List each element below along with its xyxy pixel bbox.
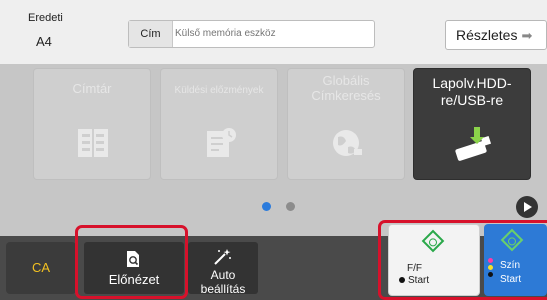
- preview-icon: [127, 251, 139, 267]
- preview-button[interactable]: Előnézet: [84, 242, 184, 294]
- page-indicator[interactable]: [286, 202, 295, 211]
- tile-global-address-search[interactable]: Globális Címkeresés: [287, 68, 405, 180]
- address-field[interactable]: Cím: [128, 20, 375, 48]
- details-label: Részletes: [456, 27, 518, 43]
- preview-label: Előnézet: [108, 272, 160, 287]
- magic-wand-icon: [214, 249, 231, 265]
- bw-start-label: Start: [399, 275, 429, 286]
- tile-send-history[interactable]: Küldési előzmények: [160, 68, 278, 180]
- color-dots-icon: [488, 258, 494, 279]
- bw-mode-label: F/F: [407, 263, 422, 274]
- color-start-label: Start: [500, 274, 522, 285]
- header-bar: Eredeti A4 Cím Részletes➡: [0, 0, 547, 64]
- address-label: Cím: [129, 21, 173, 47]
- color-mode-label: Szín: [500, 260, 521, 271]
- tile-scan-to-hdd-usb[interactable]: Lapolv.HDD-re/USB-re: [413, 68, 531, 180]
- arrow-right-icon: ➡: [521, 28, 533, 43]
- destination-panel: Címtár Küldési előzmények Globális Címke…: [0, 64, 547, 236]
- bw-start-button[interactable]: F/F Start: [388, 224, 480, 296]
- original-size-value[interactable]: A4: [36, 34, 52, 49]
- address-book-icon: [78, 129, 108, 157]
- start-icon: [421, 229, 445, 253]
- tile-label: Globális Címkeresés: [311, 73, 381, 103]
- tile-label: Küldési előzmények: [174, 85, 264, 96]
- tile-label: Címtár: [72, 81, 112, 96]
- scan-screen: Eredeti A4 Cím Részletes➡ Címtár Küldési…: [0, 0, 547, 300]
- original-label: Eredeti: [28, 12, 63, 24]
- tile-address-book[interactable]: Címtár: [33, 68, 151, 180]
- send-history-icon: [207, 128, 236, 157]
- address-input[interactable]: [175, 21, 371, 47]
- auto-settings-button[interactable]: Auto beállítás: [188, 242, 258, 296]
- page-indicator-active[interactable]: [262, 202, 271, 211]
- details-button[interactable]: Részletes ➡: [445, 20, 547, 50]
- auto-settings-label: Auto beállítás: [200, 268, 246, 296]
- clear-all-button[interactable]: CA: [6, 242, 76, 294]
- tile-label: Lapolv.HDD-re/USB-re: [432, 75, 512, 108]
- start-icon: [500, 228, 524, 252]
- next-page-button[interactable]: [516, 196, 538, 218]
- usb-drive-icon: [455, 127, 492, 161]
- color-start-button[interactable]: Szín Start: [484, 224, 547, 296]
- global-search-icon: [333, 130, 362, 156]
